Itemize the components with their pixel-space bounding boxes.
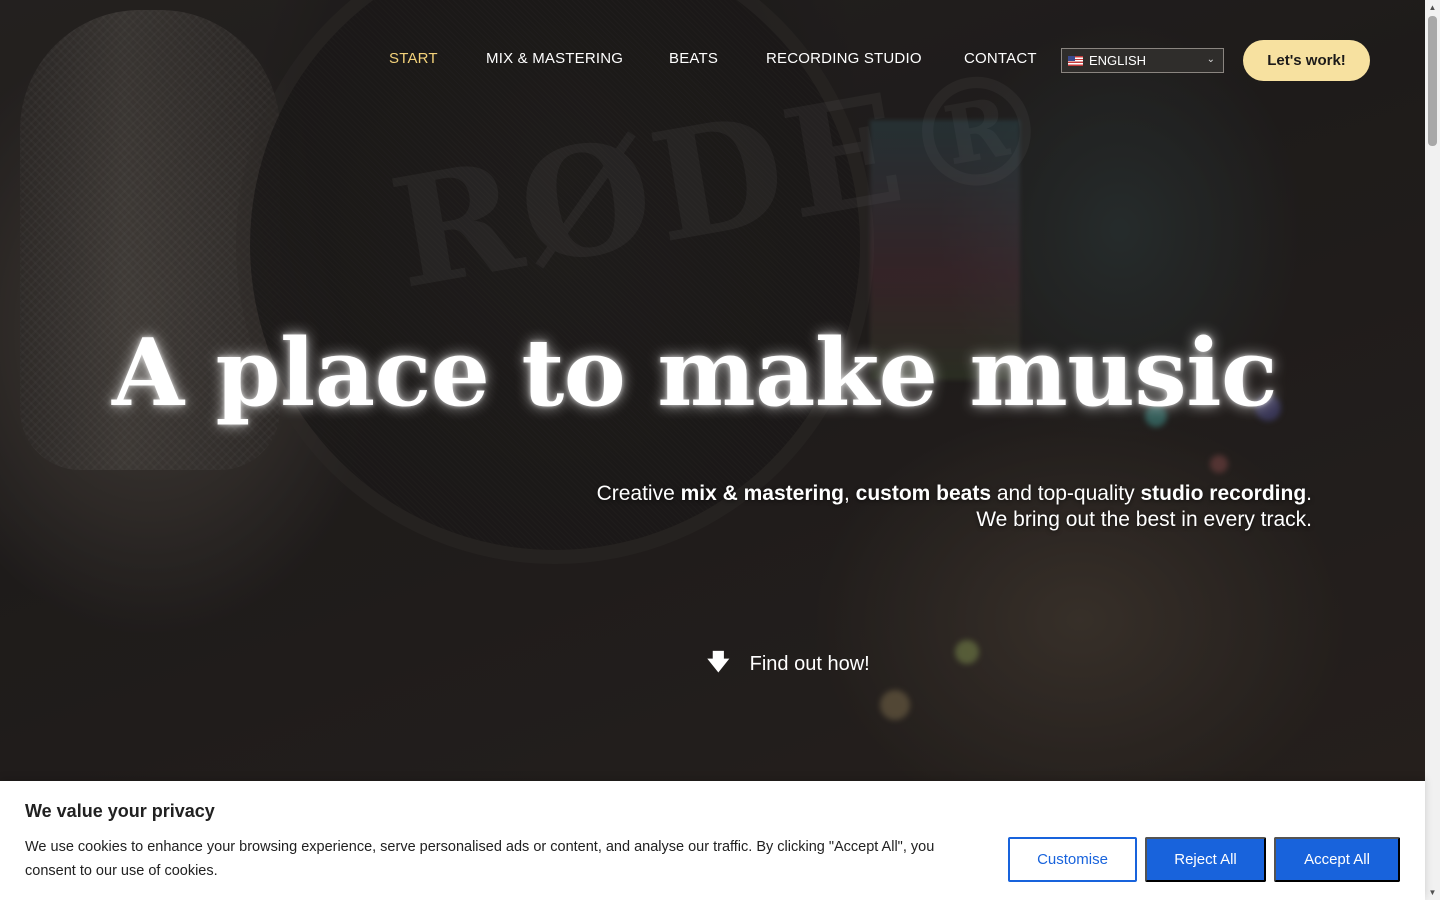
find-out-how-label: Find out how! [749,652,870,675]
subline-text: and top-quality [991,482,1141,505]
nav-item-recording-studio[interactable]: RECORDING STUDIO [766,50,922,67]
nav-item-contact[interactable]: CONTACT [964,50,1037,67]
scroll-up-icon[interactable]: ▲ [1425,0,1440,15]
hero-headline: A place to make music [112,318,1278,427]
subline-text: . [1306,482,1312,505]
cookie-banner: We value your privacy We use cookies to … [0,781,1425,900]
nav-item-mix-mastering[interactable]: MIX & MASTERING [486,50,623,67]
language-selected-label: ENGLISH [1089,53,1147,68]
hero-subline-line1: Creative mix & mastering, custom beats a… [597,481,1312,507]
arrow-down-icon: 🡇 [707,649,730,674]
hero-overlay [0,0,1425,900]
customise-button[interactable]: Customise [1008,837,1137,882]
subline-highlight-recording: studio recording [1140,482,1307,505]
scroll-thumb[interactable] [1428,16,1437,146]
main-nav: START MIX & MASTERING BEATS RECORDING ST… [0,38,1425,82]
hero-subline: Creative mix & mastering, custom beats a… [597,481,1312,533]
subline-highlight-beats: custom beats [855,482,992,505]
scroll-down-icon[interactable]: ▼ [1425,885,1440,900]
us-flag-icon [1068,55,1083,66]
language-select[interactable]: ENGLISH ⌄ [1061,48,1224,73]
hero-section: RØDE® START MIX & MASTERING BEATS RECORD… [0,0,1425,900]
nav-item-start[interactable]: START [389,50,438,67]
reject-all-button[interactable]: Reject All [1145,837,1266,882]
lets-work-button[interactable]: Let's work! [1243,40,1370,81]
page-scrollbar[interactable]: ▲ ▼ [1425,0,1440,900]
subline-highlight-mix: mix & mastering [680,482,844,505]
nav-item-beats[interactable]: BEATS [669,50,718,67]
chevron-down-icon: ⌄ [1206,54,1215,65]
cookie-banner-text: We use cookies to enhance your browsing … [25,839,935,879]
find-out-how-link[interactable]: 🡇 Find out how! [707,645,870,683]
cookie-banner-title: We value your privacy [25,801,215,821]
hero-subline-line2: We bring out the best in every track. [976,508,1312,531]
accept-all-button[interactable]: Accept All [1274,837,1400,882]
subline-text: , [843,482,856,505]
subline-text: Creative [596,482,681,505]
